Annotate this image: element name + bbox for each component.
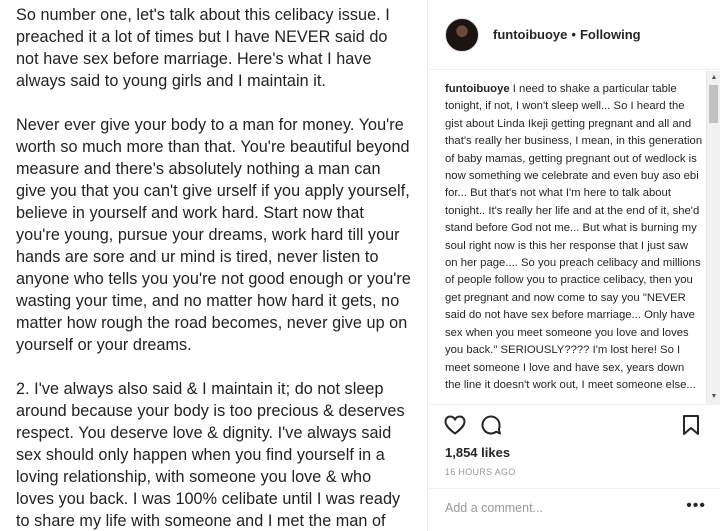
post-image-text: So number one, let's talk about this cel… [0,0,412,531]
caption-username[interactable]: funtoibuoye [445,83,510,95]
header-separator: • [571,27,576,42]
scroll-down-icon[interactable]: ▼ [707,390,720,404]
post-paragraph-2: Never ever give your body to a man for m… [16,116,411,354]
likes-count[interactable]: 1,854 likes [445,445,510,460]
comments-scrollbar[interactable]: ▲ ▼ [706,71,720,404]
timestamp[interactable]: 16 HOURS AGO [445,467,516,477]
add-comment-bar: Add a comment... ••• [429,488,720,531]
post-paragraph-1: So number one, let's talk about this cel… [16,6,390,90]
following-button[interactable]: Following [580,27,641,42]
post-image[interactable]: So number one, let's talk about this cel… [0,0,428,531]
comments-area: funtoibuoye I need to shake a particular… [429,71,720,404]
more-options-icon[interactable]: ••• [686,497,706,515]
bookmark-icon[interactable] [679,413,703,437]
post-paragraph-3: 2. I've always also said & I maintain it… [16,380,405,530]
post-sidebar: funtoibuoye • Following funtoibuoye I ne… [429,0,720,531]
caption-text: I need to shake a particular table tonig… [445,83,703,391]
avatar[interactable] [445,17,479,52]
header-username[interactable]: funtoibuoye [493,27,567,42]
post-header: funtoibuoye • Following [429,0,720,70]
add-comment-input[interactable]: Add a comment... [445,501,543,515]
caption: funtoibuoye I need to shake a particular… [445,81,703,394]
scroll-up-icon[interactable]: ▲ [707,71,720,85]
scrollbar-thumb[interactable] [709,85,718,123]
heart-icon[interactable] [443,413,467,437]
post-actions: 1,854 likes 16 HOURS AGO [429,404,720,486]
action-icon-row [443,413,708,437]
comment-icon[interactable] [479,413,503,437]
